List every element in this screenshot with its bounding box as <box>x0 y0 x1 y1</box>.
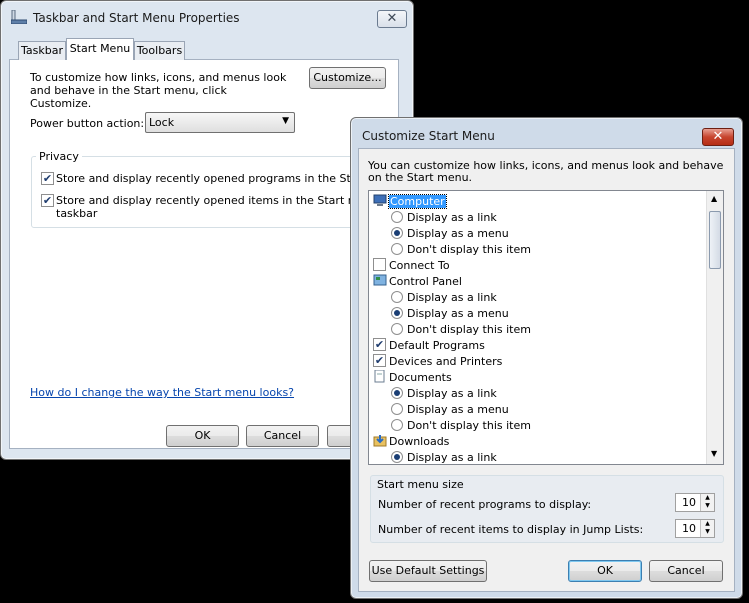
radio-button[interactable] <box>391 451 403 463</box>
list-item[interactable]: Connect To <box>369 257 707 273</box>
list-item-label: Devices and Printers <box>389 355 503 368</box>
list-item-label: Documents <box>389 371 452 384</box>
checkbox[interactable]: ✔ <box>373 338 386 351</box>
list-item-label: Connect To <box>389 259 450 272</box>
taskbar-properties-icon <box>10 9 28 25</box>
checkbox[interactable] <box>373 258 386 271</box>
recent-programs-stepper[interactable]: 10 ▲ ▼ <box>675 493 715 512</box>
radio-option[interactable]: Don't display this item <box>369 417 707 433</box>
customize-start-menu-dialog: Customize Start Menu ✕ You can customize… <box>350 117 743 599</box>
window-title: Taskbar and Start Menu Properties <box>33 11 240 25</box>
list-item[interactable]: Control Panel <box>369 273 707 289</box>
spin-arrows-icon[interactable]: ▲ ▼ <box>700 520 714 537</box>
radio-button[interactable] <box>391 419 403 431</box>
list-item-label: Don't display this item <box>407 323 531 336</box>
close-icon: ✕ <box>712 129 724 144</box>
dialog-ok-button[interactable]: OK <box>568 560 642 582</box>
radio-button[interactable] <box>391 227 403 239</box>
scroll-thumb[interactable] <box>709 211 721 269</box>
list-item-label: Display as a menu <box>407 227 509 240</box>
computer-icon <box>373 194 387 207</box>
list-item-label: Display as a menu <box>407 403 509 416</box>
list-item-label: Display as a link <box>407 451 497 464</box>
tab-toolbars[interactable]: Toolbars <box>134 41 185 60</box>
power-button-select[interactable]: Lock ▼ <box>145 112 295 133</box>
help-link[interactable]: How do I change the way the Start menu l… <box>30 386 294 399</box>
radio-option[interactable]: Display as a link <box>369 385 707 401</box>
tab-start-menu[interactable]: Start Menu <box>66 38 134 60</box>
privacy-group-label: Privacy <box>36 150 82 163</box>
list-item[interactable]: Documents <box>369 369 707 385</box>
list-item-label: Display as a menu <box>407 307 509 320</box>
store-programs-checkbox[interactable]: ✔ <box>41 172 54 185</box>
list-item-label: Don't display this item <box>407 243 531 256</box>
list-item-label: Control Panel <box>389 275 462 288</box>
list-item-label: Display as a link <box>407 211 497 224</box>
list-scrollbar[interactable]: ▲ ▼ <box>706 191 723 464</box>
start-menu-options-list[interactable]: Computer Display as a link Display as a me… <box>368 190 724 465</box>
documents-icon <box>373 369 387 383</box>
radio-option[interactable]: Display as a menu <box>369 401 707 417</box>
recent-items-label: Number of recent items to display in Jum… <box>378 523 644 536</box>
radio-option[interactable]: Display as a menu <box>369 305 707 321</box>
spin-arrows-icon[interactable]: ▲ ▼ <box>700 494 714 511</box>
list-item-label: Downloads <box>389 435 450 448</box>
title-bar[interactable]: Taskbar and Start Menu Properties ✕ <box>1 1 413 31</box>
recent-items-stepper[interactable]: 10 ▲ ▼ <box>675 519 715 538</box>
radio-option[interactable]: Don't display this item <box>369 321 707 337</box>
list-item[interactable]: Downloads <box>369 433 707 449</box>
use-default-settings-button[interactable]: Use Default Settings <box>369 560 487 582</box>
size-group-label: Start menu size <box>377 478 464 491</box>
control-panel-icon <box>373 274 387 287</box>
radio-button[interactable] <box>391 243 403 255</box>
radio-option[interactable]: Display as a link <box>369 209 707 225</box>
radio-option[interactable]: Display as a link <box>369 449 707 464</box>
dialog-close-button[interactable]: ✕ <box>702 128 734 146</box>
list-item-label: Display as a link <box>407 387 497 400</box>
radio-button[interactable] <box>391 211 403 223</box>
chevron-down-icon: ▼ <box>282 116 289 126</box>
radio-option[interactable]: Display as a link <box>369 289 707 305</box>
list-item-label: Display as a link <box>407 291 497 304</box>
scroll-down-icon[interactable]: ▼ <box>711 449 717 458</box>
list-item-label: Default Programs <box>389 339 485 352</box>
list-item-label: Computer <box>388 194 447 209</box>
scroll-up-icon[interactable]: ▲ <box>711 194 717 203</box>
customize-button[interactable]: Customize... <box>309 67 386 89</box>
radio-button[interactable] <box>391 291 403 303</box>
list-item[interactable]: ✔ Default Programs <box>369 337 707 353</box>
ok-button[interactable]: OK <box>166 425 239 447</box>
radio-button[interactable] <box>391 323 403 335</box>
radio-button[interactable] <box>391 307 403 319</box>
list-item-label: Don't display this item <box>407 419 531 432</box>
cancel-button[interactable]: Cancel <box>246 425 319 447</box>
power-button-label: Power button action: <box>30 117 145 130</box>
store-items-checkbox[interactable]: ✔ <box>41 194 54 207</box>
dialog-intro: You can customize how links, icons, and … <box>368 159 724 184</box>
close-icon: ✕ <box>386 11 398 26</box>
tab-taskbar[interactable]: Taskbar <box>18 41 66 60</box>
list-item[interactable]: Computer <box>369 193 707 209</box>
list-item[interactable]: ✔ Devices and Printers <box>369 353 707 369</box>
store-items-label-cont: taskbar <box>56 207 98 220</box>
radio-button[interactable] <box>391 387 403 399</box>
close-button[interactable]: ✕ <box>377 10 407 28</box>
dialog-cancel-button[interactable]: Cancel <box>649 560 723 582</box>
dialog-title-bar[interactable]: Customize Start Menu ✕ <box>351 118 742 148</box>
downloads-icon <box>373 434 387 447</box>
radio-button[interactable] <box>391 403 403 415</box>
checkbox[interactable]: ✔ <box>373 354 386 367</box>
recent-programs-label: Number of recent programs to display: <box>378 498 592 511</box>
dialog-title: Customize Start Menu <box>362 129 495 143</box>
start-menu-intro: To customize how links, icons, and menus… <box>30 71 287 110</box>
radio-option[interactable]: Don't display this item <box>369 241 707 257</box>
radio-option[interactable]: Display as a menu <box>369 225 707 241</box>
